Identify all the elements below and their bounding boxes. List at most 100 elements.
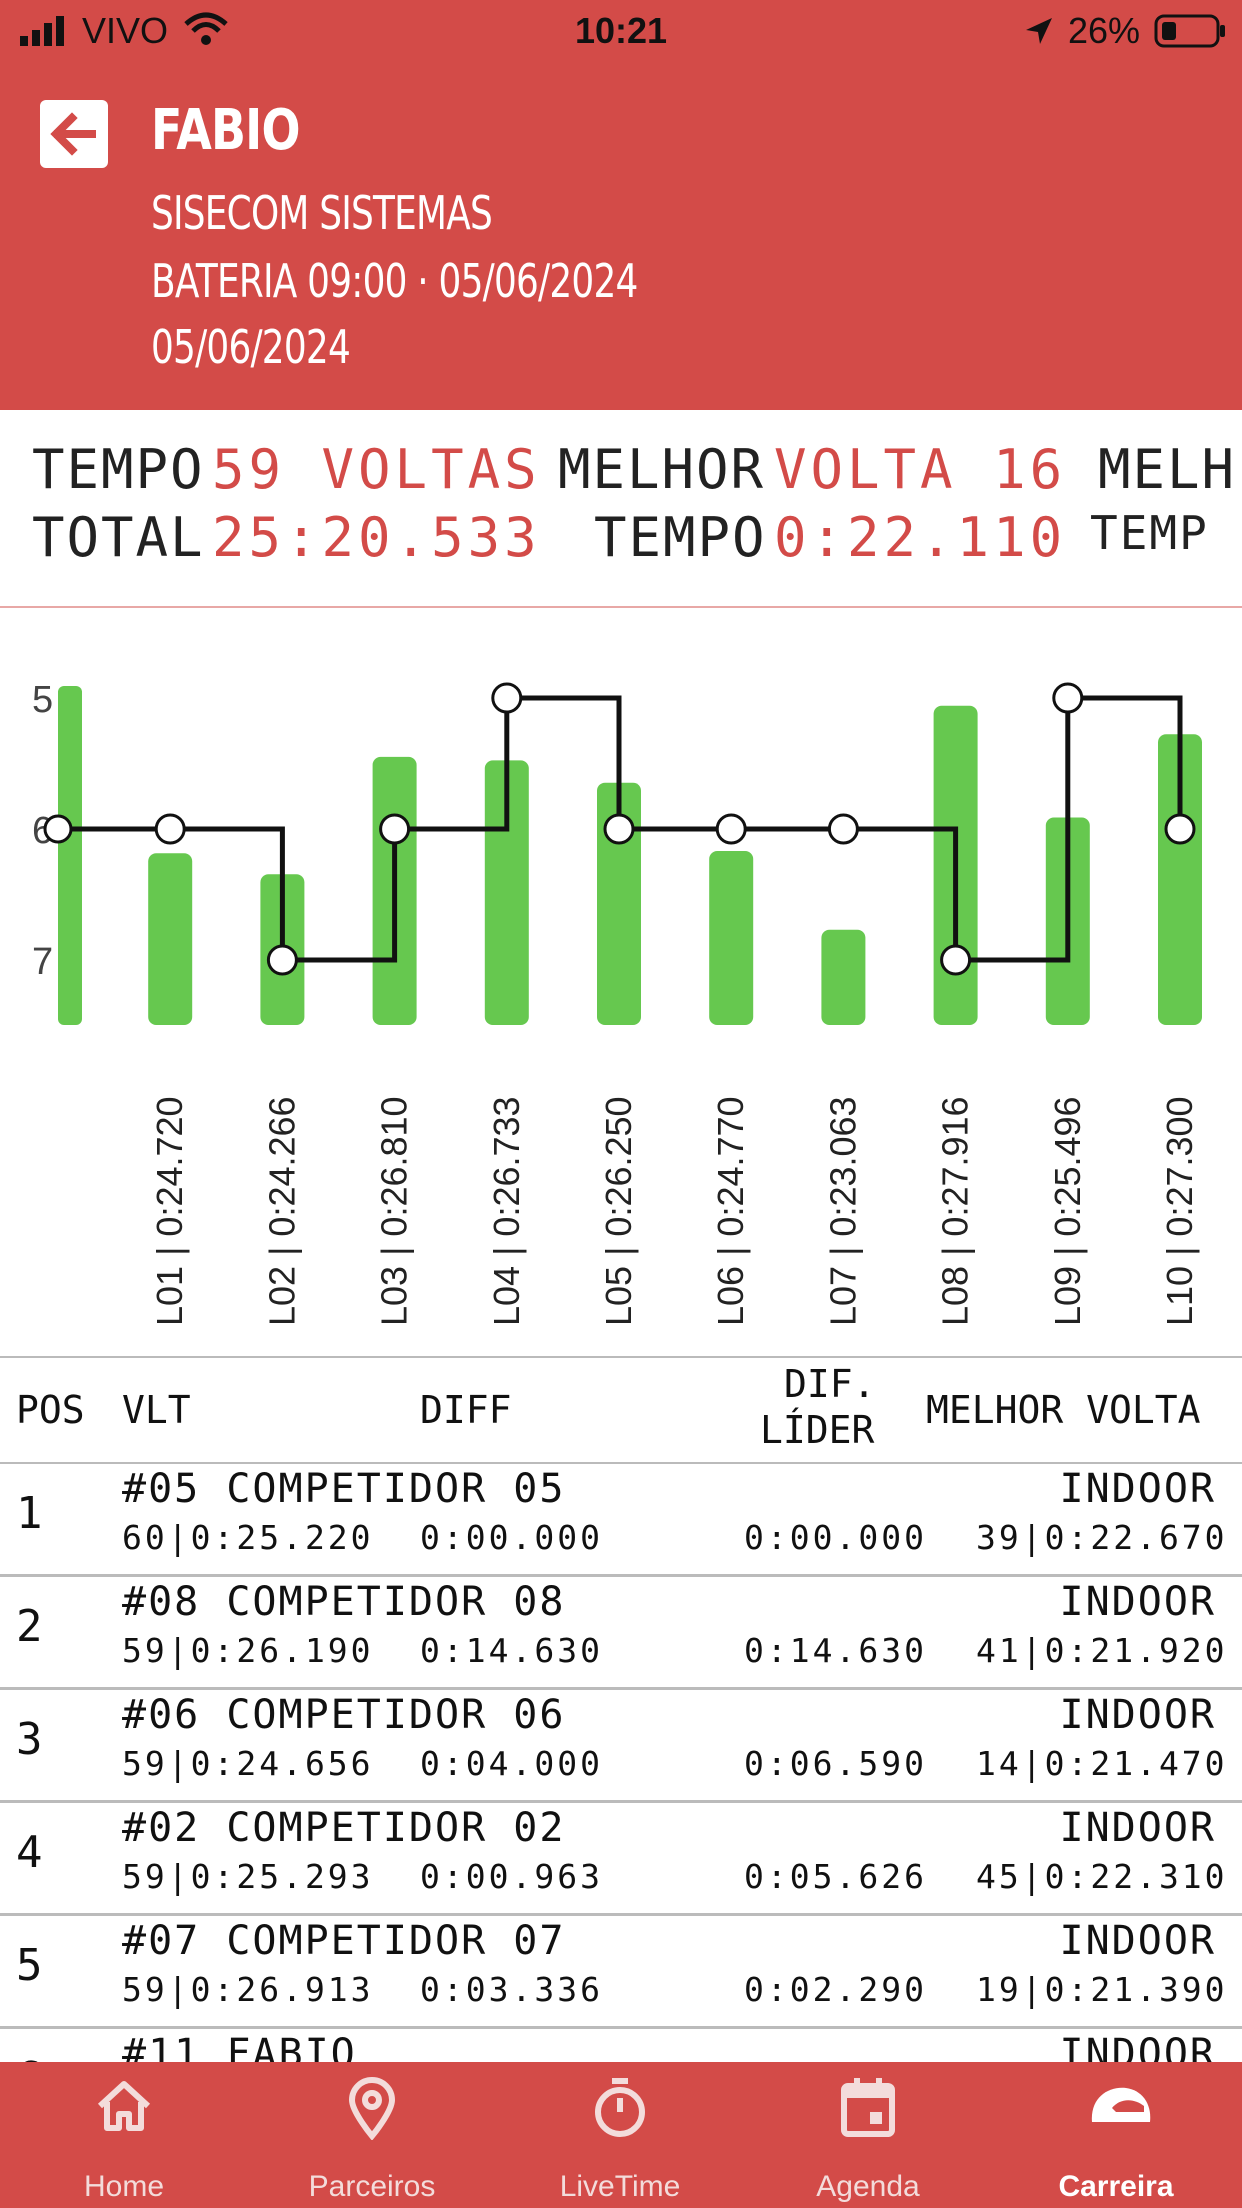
home-icon xyxy=(97,2081,151,2131)
partial-stat-label-2: TEMP xyxy=(1090,506,1209,560)
lap-label: L09 | 0:25.496 xyxy=(1047,1096,1088,1326)
row-leader-diff: 0:06.590 xyxy=(744,1744,927,1783)
lap-bar[interactable] xyxy=(821,929,866,1025)
row-competitor: #06 COMPETIDOR 06 xyxy=(122,1692,566,1738)
position-point xyxy=(43,814,73,844)
row-category: INDOOR xyxy=(1059,2031,1216,2062)
lap-label: L04 | 0:26.733 xyxy=(486,1096,527,1326)
tab-bar: Home Parceiros LiveTime Agenda Carreira xyxy=(0,2062,1242,2208)
row-best-lap: 45|0:22.310 xyxy=(976,1857,1228,1896)
position-point[interactable] xyxy=(379,813,411,845)
tab-parceiros[interactable]: Parceiros xyxy=(248,2062,496,2208)
company-name: SISECOM SISTEMAS xyxy=(151,186,493,240)
tab-home-label: Home xyxy=(83,2170,165,2203)
tab-carreira-label: Carreira xyxy=(1058,2170,1174,2203)
col-vlt: VLT xyxy=(122,1388,191,1432)
session-date: 05/06/2024 xyxy=(151,320,351,374)
row-competitor: #11 FABIO xyxy=(122,2031,357,2062)
best-lap: VOLTA 16 xyxy=(774,438,1067,501)
total-time-label: TEMPO xyxy=(32,438,205,501)
row-best-lap: 14|0:21.470 xyxy=(976,1744,1228,1783)
row-diff: 0:00.963 xyxy=(420,1857,603,1896)
row-diff: 0:14.630 xyxy=(420,1631,603,1670)
position-point[interactable] xyxy=(491,682,523,714)
back-button[interactable] xyxy=(40,100,108,168)
position-point[interactable] xyxy=(154,813,186,845)
row-leader-diff: 0:00.000 xyxy=(744,1518,927,1557)
col-diff: DIFF xyxy=(420,1388,512,1432)
best-lap-label: MELHOR xyxy=(558,438,766,501)
row-lap: 59|0:26.913 xyxy=(122,1970,374,2009)
position-point[interactable] xyxy=(715,813,747,845)
row-category: INDOOR xyxy=(1059,1466,1216,1512)
position-point[interactable] xyxy=(1052,682,1084,714)
y-tick-label: 5 xyxy=(32,679,53,721)
row-category: INDOOR xyxy=(1059,1805,1216,1851)
row-pos: 2 xyxy=(16,1601,43,1652)
session-info: BATERIA 09:00 · 05/06/2024 xyxy=(151,254,638,308)
table-row[interactable]: 5 #07 COMPETIDOR 07 INDOOR 59|0:26.913 0… xyxy=(0,1914,1242,2029)
row-competitor: #08 COMPETIDOR 08 xyxy=(122,1579,566,1625)
lap-chart[interactable]: 5 6 7 L01 | 0:24.720 L02 | 0:24.266 L03 | 0:2… xyxy=(0,620,1242,1340)
row-category: INDOOR xyxy=(1059,1579,1216,1625)
position-point[interactable] xyxy=(603,813,635,845)
lap-chart-svg: 567L01 | 0:24.720 L02 | 0:24.266 L03 | 0:2… xyxy=(32,679,1202,1326)
row-pos: 1 xyxy=(16,1488,43,1539)
lap-label: L06 | 0:24.770 xyxy=(710,1096,751,1326)
lap-bar[interactable] xyxy=(709,851,754,1025)
col-dif-leader-2: LÍDER xyxy=(760,1408,875,1452)
row-diff: 0:04.000 xyxy=(420,1744,603,1783)
tab-agenda[interactable]: Agenda xyxy=(744,2062,992,2208)
table-row[interactable]: 3 #06 COMPETIDOR 06 INDOOR 59|0:24.656 0… xyxy=(0,1688,1242,1803)
row-lap: 59|0:25.293 xyxy=(122,1857,374,1896)
position-point[interactable] xyxy=(940,944,972,976)
driver-name: FABIO xyxy=(151,98,300,163)
arrow-left-icon xyxy=(50,112,96,156)
lap-bar[interactable] xyxy=(148,853,193,1025)
col-pos: POS xyxy=(16,1388,85,1432)
position-point[interactable] xyxy=(827,813,859,845)
row-category: INDOOR xyxy=(1059,1918,1216,1964)
table-header: POS VLT DIFF DIF. LÍDER MELHOR VOLTA xyxy=(0,1356,1242,1464)
row-competitor: #05 COMPETIDOR 05 xyxy=(122,1466,566,1512)
tab-home[interactable]: Home xyxy=(0,2062,248,2208)
tab-carreira[interactable]: Carreira xyxy=(992,2062,1240,2208)
lap-label: L08 | 0:27.916 xyxy=(935,1096,976,1326)
total-time-label-2: TOTAL xyxy=(32,506,205,569)
standings-list[interactable]: 1 #05 COMPETIDOR 05 INDOOR 60|0:25.220 0… xyxy=(0,1462,1242,2062)
row-pos: 4 xyxy=(16,1827,43,1878)
lap-label: L10 | 0:27.300 xyxy=(1159,1096,1200,1326)
location-arrow-icon xyxy=(1026,18,1052,44)
row-leader-diff: 0:05.626 xyxy=(744,1857,927,1896)
calendar-icon xyxy=(841,2078,895,2137)
tab-livetime[interactable]: LiveTime xyxy=(496,2062,744,2208)
best-time-label: TEMPO xyxy=(594,506,767,569)
table-row[interactable]: 1 #05 COMPETIDOR 05 INDOOR 60|0:25.220 0… xyxy=(0,1462,1242,1577)
bar-partial xyxy=(58,686,82,1025)
row-lap: 60|0:25.220 xyxy=(122,1518,374,1557)
stopwatch-icon xyxy=(595,2078,645,2137)
table-row[interactable]: 2 #08 COMPETIDOR 08 INDOOR 59|0:26.190 0… xyxy=(0,1575,1242,1690)
table-row[interactable]: 6 #11 FABIO INDOOR xyxy=(0,2027,1242,2062)
stats-strip[interactable]: TEMPO TOTAL 59 VOLTAS 25:20.533 MELHOR T… xyxy=(0,410,1242,608)
location-pin-icon xyxy=(348,2077,396,2140)
clock: 10:21 xyxy=(574,10,668,51)
laps-count: 59 VOLTAS xyxy=(212,438,541,501)
col-best-lap: MELHOR VOLTA xyxy=(926,1388,1201,1432)
row-lap: 59|0:24.656 xyxy=(122,1744,374,1783)
tab-parceiros-label: Parceiros xyxy=(308,2170,436,2203)
row-pos: 6 xyxy=(16,2053,43,2062)
row-lap: 59|0:26.190 xyxy=(122,1631,374,1670)
lap-label: L02 | 0:24.266 xyxy=(261,1096,302,1326)
lap-label: L03 | 0:26.810 xyxy=(374,1096,415,1326)
row-diff: 0:03.336 xyxy=(420,1970,603,2009)
battery-percent: 26% xyxy=(1068,10,1141,51)
table-row[interactable]: 4 #02 COMPETIDOR 02 INDOOR 59|0:25.293 0… xyxy=(0,1801,1242,1916)
position-point[interactable] xyxy=(1164,813,1196,845)
lap-label: L01 | 0:24.720 xyxy=(149,1096,190,1326)
row-pos: 5 xyxy=(16,1940,43,1991)
col-dif-leader: DIF. xyxy=(784,1362,876,1406)
row-leader-diff: 0:02.290 xyxy=(744,1970,927,2009)
row-best-lap: 41|0:21.920 xyxy=(976,1631,1228,1670)
position-point[interactable] xyxy=(266,944,298,976)
